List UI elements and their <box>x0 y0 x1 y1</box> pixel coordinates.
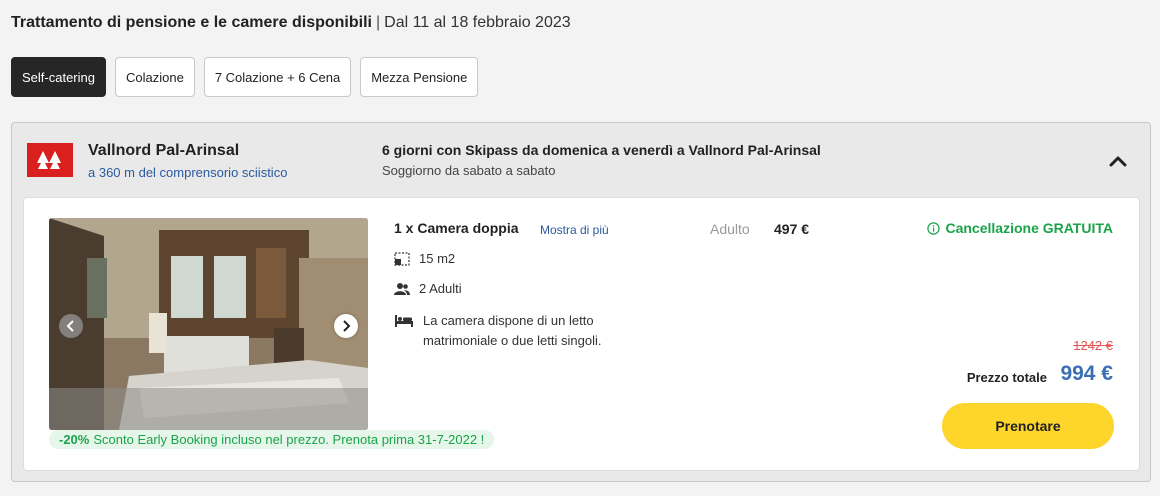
collapse-button[interactable] <box>1106 149 1130 173</box>
board-tab-colazione-cena[interactable]: 7 Colazione + 6 Cena <box>203 57 352 97</box>
ski-resort-logo-icon <box>37 151 61 169</box>
stay-dates: Dal 11 al 18 febbraio 2023 <box>384 14 571 31</box>
room-offer: -20% Sconto Early Booking incluso nel pr… <box>23 197 1140 471</box>
bed-icon <box>394 313 414 329</box>
people-icon <box>394 281 410 297</box>
photo-prev-button[interactable] <box>59 314 83 338</box>
resort-logo <box>27 143 73 177</box>
chevron-up-icon <box>1109 156 1127 167</box>
room-title: 1 x Camera doppia <box>394 220 519 236</box>
resort-name[interactable]: Vallnord Pal-Arinsal <box>88 142 239 160</box>
title-separator: | <box>375 14 381 31</box>
info-icon <box>927 221 941 235</box>
resort-distance: a 360 m del comprensorio sciistico <box>88 165 288 180</box>
free-cancellation[interactable]: Cancellazione GRATUITA <box>927 220 1113 236</box>
offer-card: Vallnord Pal-Arinsal a 360 m del compren… <box>11 122 1151 482</box>
total-price-label: Prezzo totale <box>966 370 1047 385</box>
chevron-right-icon <box>343 320 351 332</box>
room-area: 15 m2 <box>394 251 455 267</box>
board-tab-mezza-pensione[interactable]: Mezza Pensione <box>360 57 479 97</box>
free-cancellation-label: Cancellazione GRATUITA <box>945 220 1113 236</box>
room-guests-value: 2 Adulti <box>419 281 462 296</box>
adult-price-value: 497 € <box>774 221 810 237</box>
room-bed-info: La camera dispone di un letto matrimonia… <box>394 311 634 351</box>
discount-percent: -20% <box>59 432 90 447</box>
total-price-value: 994 € <box>1060 362 1113 385</box>
early-booking-badge: -20% Sconto Early Booking incluso nel pr… <box>49 430 495 449</box>
book-button[interactable]: Prenotare <box>942 403 1114 449</box>
package-title: 6 giorni con Skipass da domenica a vener… <box>382 142 821 158</box>
room-photo-image <box>49 218 368 430</box>
section-title: Trattamento di pensione e le camere disp… <box>11 14 372 31</box>
chevron-left-icon <box>66 320 74 332</box>
original-price: 1242 € <box>1073 338 1113 353</box>
show-more-link[interactable]: Mostra di più <box>540 223 609 237</box>
package-subtitle: Soggiorno da sabato a sabato <box>382 163 556 178</box>
promo-text: Sconto Early Booking incluso nel prezzo.… <box>93 432 485 447</box>
board-tab-colazione[interactable]: Colazione <box>114 57 195 97</box>
section-header: Trattamento di pensione e le camere disp… <box>11 14 571 32</box>
board-tab-self-catering[interactable]: Self-catering <box>11 57 106 97</box>
adult-price-label: Adulto <box>710 221 750 237</box>
room-bed-text: La camera dispone di un letto matrimonia… <box>423 313 602 348</box>
room-guests: 2 Adulti <box>394 281 462 297</box>
room-photo[interactable] <box>49 218 368 430</box>
room-area-value: 15 m2 <box>419 251 456 266</box>
area-icon <box>394 251 410 267</box>
photo-next-button[interactable] <box>334 314 358 338</box>
board-type-tabs: Self-catering Colazione 7 Colazione + 6 … <box>11 57 479 97</box>
